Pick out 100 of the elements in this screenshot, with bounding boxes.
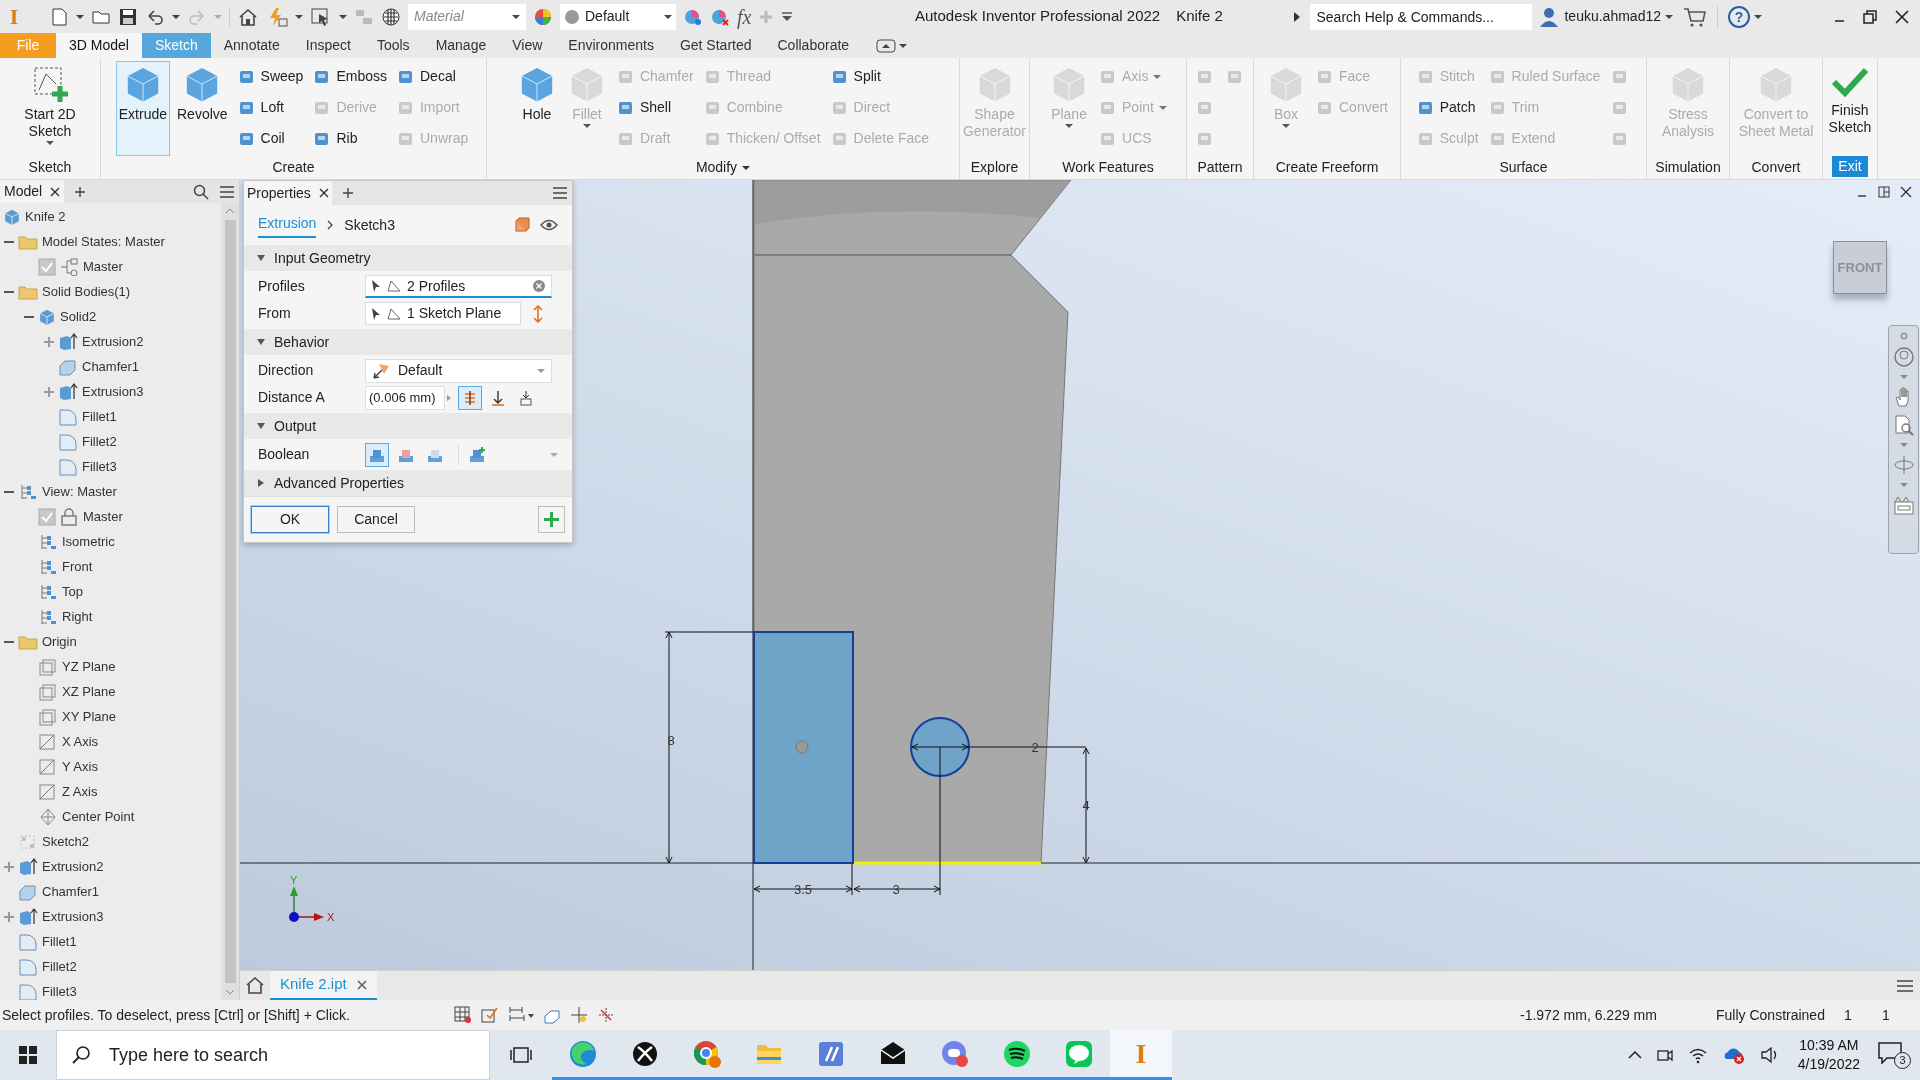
- ribbon-button[interactable]: Start 2D Sketch: [5, 61, 95, 156]
- selection-field[interactable]: 2 Profiles: [365, 275, 552, 298]
- show-hidden-icons-icon[interactable]: [1627, 1050, 1642, 1060]
- ribbon-button[interactable]: Loft: [234, 92, 307, 123]
- home-icon[interactable]: [237, 6, 259, 27]
- boolean-option[interactable]: [365, 442, 389, 467]
- split-view-icon[interactable]: [1878, 186, 1890, 198]
- ribbon-tab[interactable]: Collaborate: [764, 33, 863, 58]
- tree-item[interactable]: Extrusion3: [82, 381, 144, 402]
- save-icon[interactable]: [118, 6, 138, 27]
- feature-color-icon[interactable]: [514, 217, 530, 233]
- menu-icon[interactable]: [1896, 978, 1914, 993]
- tree-item[interactable]: YZ Plane: [62, 656, 116, 677]
- zoom-icon[interactable]: [1892, 414, 1915, 436]
- tree-item[interactable]: Solid Bodies(1): [42, 281, 131, 302]
- ribbon-button[interactable]: Split: [827, 61, 933, 92]
- profile-rectangle[interactable]: [753, 631, 854, 864]
- tree-item[interactable]: XZ Plane: [62, 681, 116, 702]
- menu-icon[interactable]: [219, 184, 235, 199]
- menu-icon[interactable]: [552, 186, 568, 200]
- tree-item[interactable]: Origin: [42, 631, 77, 652]
- ribbon-button[interactable]: Patch: [1413, 92, 1482, 123]
- tree-item[interactable]: Sketch2: [42, 831, 89, 852]
- tree-item[interactable]: View: Master: [42, 481, 117, 502]
- search-icon[interactable]: [193, 183, 209, 200]
- tree-item[interactable]: Chamfer1: [42, 881, 100, 902]
- tree-item[interactable]: Solid2: [60, 306, 97, 327]
- constraint-icon[interactable]: [481, 1006, 499, 1024]
- new-document-icon[interactable]: [49, 6, 69, 27]
- formula-button[interactable]: fx: [737, 6, 752, 27]
- tree-item[interactable]: Extrusion3: [42, 906, 104, 927]
- ok-button[interactable]: OK: [251, 506, 329, 533]
- tree-item[interactable]: Chamfer1: [82, 356, 140, 377]
- direction-dropdown[interactable]: Default: [365, 358, 552, 383]
- panel-tab[interactable]: Properties: [244, 181, 332, 205]
- dimension-line[interactable]: [911, 743, 1087, 751]
- apply-plus-icon[interactable]: [538, 506, 565, 533]
- tree-item[interactable]: XY Plane: [62, 706, 116, 727]
- view-face-icon[interactable]: [1892, 494, 1915, 516]
- close-icon[interactable]: [1900, 186, 1912, 198]
- tree-item[interactable]: Fillet1: [42, 931, 77, 952]
- section-header[interactable]: Advanced Properties: [244, 470, 572, 496]
- tree-item[interactable]: Right: [62, 606, 93, 627]
- ribbon-tab[interactable]: Environments: [555, 33, 667, 58]
- direction-option[interactable]: [458, 385, 482, 410]
- ribbon-button[interactable]: Shell: [613, 92, 697, 123]
- ribbon-tab[interactable]: Manage: [422, 33, 500, 58]
- checkered-sphere-icon[interactable]: [381, 6, 401, 27]
- ribbon-button[interactable]: Rib: [310, 123, 390, 154]
- section-header[interactable]: Output: [244, 413, 572, 439]
- tree-item[interactable]: Fillet1: [82, 406, 117, 427]
- close-icon[interactable]: [356, 979, 367, 990]
- grid-icon[interactable]: [454, 1006, 472, 1024]
- ribbon-button[interactable]: Extrude: [115, 61, 170, 156]
- section-header[interactable]: Input Geometry: [244, 245, 572, 271]
- tree-item[interactable]: Extrusion2: [82, 331, 144, 352]
- clear-icon[interactable]: [532, 279, 546, 293]
- tree-item[interactable]: Fillet2: [42, 956, 77, 977]
- ribbon-tab[interactable]: Annotate: [210, 33, 293, 58]
- taskbar-clock[interactable]: 10:39 AM 4/19/2022: [1793, 1036, 1864, 1074]
- ribbon-button[interactable]: Finish Sketch: [1825, 61, 1875, 156]
- checkbox[interactable]: [38, 507, 56, 526]
- tree-item[interactable]: Model States: Master: [42, 231, 165, 252]
- tree-item[interactable]: Knife 2: [25, 206, 66, 227]
- dimension-icon[interactable]: [508, 1006, 534, 1024]
- panel-title[interactable]: Modify: [689, 157, 757, 178]
- screen-toggle-icon[interactable]: [876, 38, 897, 53]
- tree-item[interactable]: Front: [62, 556, 93, 577]
- appearance-dropdown[interactable]: Default: [560, 3, 676, 30]
- tree-item[interactable]: X Axis: [62, 731, 99, 752]
- scrollbar-thumb[interactable]: [224, 220, 236, 983]
- steering-wheel-icon[interactable]: [1892, 346, 1915, 368]
- selection-field[interactable]: 1 Sketch Plane: [365, 302, 521, 325]
- ribbon-button[interactable]: Decal: [394, 61, 472, 92]
- tree-item[interactable]: Center Point: [62, 806, 135, 827]
- color-wheel-icon[interactable]: [533, 6, 553, 27]
- distance-field[interactable]: (0.006 mm): [365, 385, 445, 410]
- customize-menu-icon[interactable]: [781, 10, 794, 23]
- taskbar-search-field[interactable]: Type here to search: [56, 1030, 490, 1080]
- dimension-line[interactable]: [853, 746, 941, 896]
- help-search-field[interactable]: Search Help & Commands...: [1310, 3, 1533, 30]
- close-icon[interactable]: [1894, 8, 1910, 25]
- tree-item[interactable]: Fillet3: [42, 981, 77, 1000]
- ribbon-tab[interactable]: Tools: [363, 33, 423, 58]
- ribbon-button[interactable]: Hole: [513, 61, 560, 156]
- browser-tab[interactable]: Model: [0, 180, 65, 203]
- profile-circle[interactable]: [910, 717, 970, 777]
- user-menu[interactable]: teuku.ahmad12: [1564, 6, 1673, 27]
- flip-icon[interactable]: [531, 304, 545, 323]
- ribbon-button[interactable]: Coil: [234, 123, 307, 154]
- dimension-line[interactable]: [1082, 747, 1090, 864]
- tree-item[interactable]: Master: [83, 506, 123, 527]
- scroll-up-icon[interactable]: [225, 207, 235, 215]
- section-header[interactable]: Behavior: [244, 329, 572, 355]
- ribbon-tab[interactable]: 3D Model: [56, 33, 142, 58]
- restore-icon[interactable]: [1862, 8, 1878, 25]
- close-icon[interactable]: [50, 186, 61, 197]
- ribbon-button[interactable]: Emboss: [310, 61, 390, 92]
- tree-item[interactable]: Extrusion2: [42, 856, 104, 877]
- plus-icon[interactable]: [341, 187, 354, 199]
